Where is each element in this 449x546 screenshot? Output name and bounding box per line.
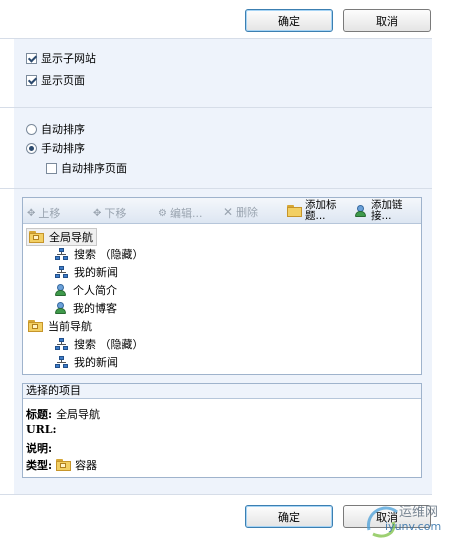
watermark-text-domain: iyunv.com [385, 520, 442, 533]
title-value: 全局导航 [56, 408, 101, 421]
show-subsites-option[interactable]: 显示子网站 [26, 50, 96, 66]
show-subsites-checkbox[interactable] [26, 52, 37, 64]
type-value: 容器 [75, 459, 98, 472]
selected-item-desc-row: 说明: [26, 440, 56, 456]
edit-label: 编辑... [169, 207, 203, 220]
move-up-button[interactable]: ✥ 上移 [27, 205, 60, 221]
person-icon [55, 283, 68, 297]
sitemap-icon [55, 355, 69, 369]
sitemap-icon [55, 265, 69, 279]
add-heading-button[interactable]: 添加标 题... [287, 200, 337, 222]
ok-button-top[interactable]: 确定 [245, 9, 333, 32]
auto-sort-option[interactable]: 自动排序 [26, 121, 85, 137]
add-link-label-line2: 接... [371, 210, 392, 222]
show-pages-option[interactable]: 显示页面 [26, 72, 85, 88]
delete-icon: ✕ [223, 205, 234, 219]
delete-label: 删除 [236, 206, 259, 219]
add-heading-label-line2: 题... [305, 210, 326, 222]
selected-item-panel: 选择的项目 标题: 全局导航 URL: 说明: 类型: 容器 [22, 383, 422, 478]
tree-toolbar: ✥ 上移 ✥ 下移 ⚙ 编辑... ✕ 删除 添加标 题... 添加链 接... [23, 198, 421, 224]
type-key: 类型: [26, 459, 53, 472]
selected-item-url-row: URL: [26, 423, 61, 436]
tree-node-my-blog[interactable]: 我的博客 [55, 300, 117, 316]
sitemap-icon [55, 337, 69, 351]
tree-node-label: 我的博客 [73, 302, 117, 315]
edit-icon: ⚙ [158, 207, 167, 219]
tree-node-label: 个人简介 [73, 284, 117, 297]
show-pages-label: 显示页面 [41, 74, 85, 87]
manual-sort-label: 手动排序 [41, 142, 85, 155]
title-key: 标题: [26, 408, 53, 421]
move-down-icon: ✥ [93, 207, 102, 219]
edit-button[interactable]: ⚙ 编辑... [158, 205, 202, 221]
description-key: 说明: [26, 442, 53, 455]
move-down-label: 下移 [104, 207, 127, 220]
tree-node-label: 我的新闻 [74, 266, 118, 279]
move-up-icon: ✥ [27, 207, 36, 219]
watermark-text-cn: 运维网 [399, 505, 439, 520]
tree-node-my-news[interactable]: 我的新闻 [55, 264, 118, 280]
auto-sort-radio[interactable] [26, 123, 37, 135]
auto-sort-label: 自动排序 [41, 123, 85, 136]
tree-node-label: 搜索 （隐藏） [74, 248, 144, 261]
tree-node-global-navigation[interactable]: 全局导航 [26, 228, 97, 246]
add-heading-icon [287, 205, 302, 217]
tree-node-label: 搜索 （隐藏） [74, 338, 144, 351]
tree-node-my-news[interactable]: 我的新闻 [55, 354, 118, 370]
auto-sort-pages-checkbox[interactable] [46, 162, 57, 174]
tree-node-profile[interactable]: 个人简介 [55, 282, 117, 298]
move-up-label: 上移 [38, 207, 61, 220]
divider [0, 494, 432, 495]
tree-node-current-navigation[interactable]: 当前导航 [28, 318, 92, 334]
folder-icon [28, 320, 43, 332]
tree-node-label: 全局导航 [49, 231, 93, 244]
tree-node-label: 我的新闻 [74, 356, 118, 369]
tree-node-search-hidden[interactable]: 搜索 （隐藏） [55, 336, 144, 352]
watermark-logo: 运维网 iyunv.com [363, 500, 443, 540]
auto-sort-pages-option[interactable]: 自动排序页面 [46, 160, 127, 176]
manual-sort-radio[interactable] [26, 142, 37, 154]
url-key: URL: [26, 423, 57, 436]
add-link-icon [355, 204, 368, 218]
sitemap-icon [55, 247, 69, 261]
selected-item-title-row: 标题: 全局导航 [26, 406, 100, 422]
show-pages-checkbox[interactable] [26, 74, 37, 86]
tree-node-label: 当前导航 [48, 320, 92, 333]
manual-sort-option[interactable]: 手动排序 [26, 140, 85, 156]
delete-button[interactable]: ✕ 删除 [223, 204, 258, 220]
person-icon [55, 301, 68, 315]
folder-icon [56, 459, 72, 471]
auto-sort-pages-label: 自动排序页面 [61, 162, 127, 175]
add-link-button[interactable]: 添加链 接... [355, 200, 403, 222]
tree-node-search-hidden[interactable]: 搜索 （隐藏） [55, 246, 144, 262]
move-down-button[interactable]: ✥ 下移 [93, 205, 126, 221]
cancel-button-top[interactable]: 取消 [343, 9, 431, 32]
navigation-tree-box: ✥ 上移 ✥ 下移 ⚙ 编辑... ✕ 删除 添加标 题... 添加链 接... [22, 197, 422, 375]
show-subsites-label: 显示子网站 [41, 52, 96, 65]
selected-item-header: 选择的项目 [23, 384, 421, 399]
ok-button-bottom[interactable]: 确定 [245, 505, 333, 528]
selected-item-type-row: 类型: 容器 [26, 457, 97, 473]
folder-icon [29, 231, 44, 243]
